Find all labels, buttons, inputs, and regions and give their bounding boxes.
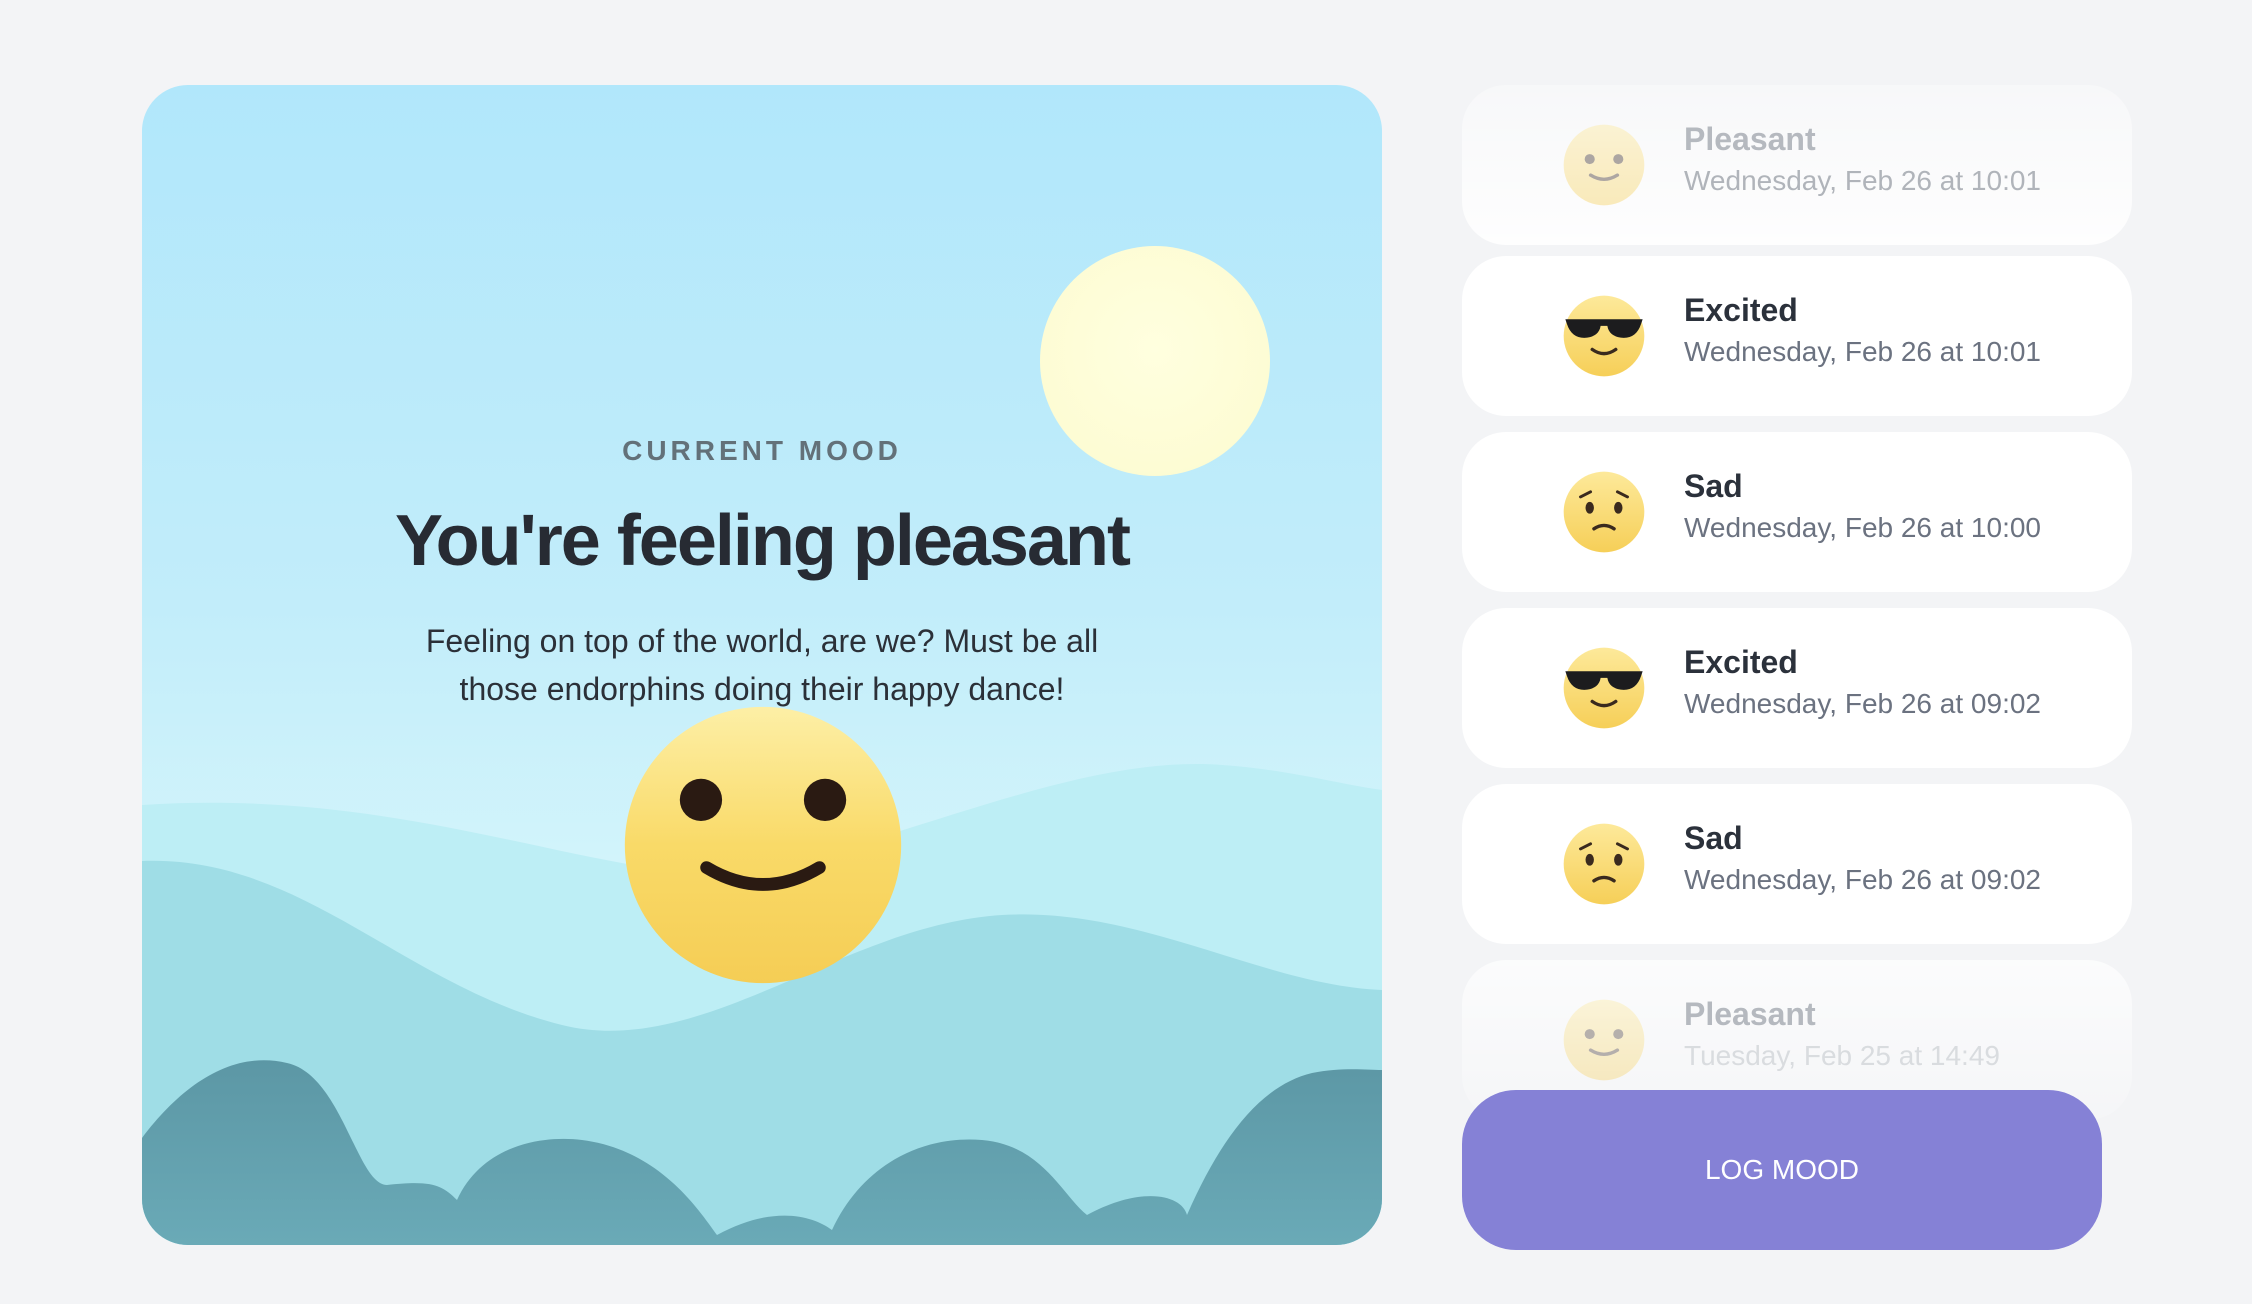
mood-entry-name: Sad: [1684, 468, 1743, 504]
pleasant-face-icon: [1563, 124, 1645, 206]
mood-entry-name: Excited: [1684, 644, 1798, 680]
sad-face-icon: [1563, 823, 1645, 905]
current-mood-card: CURRENT MOOD You're feeling pleasant Fee…: [142, 85, 1382, 1245]
mood-entry-time: Wednesday, Feb 26 at 10:01: [1684, 336, 2041, 367]
sunglasses-face-icon: [1563, 647, 1645, 729]
mood-entry-name: Sad: [1684, 820, 1743, 856]
mood-entry[interactable]: Sad Wednesday, Feb 26 at 09:02: [1462, 784, 2132, 944]
mood-entry[interactable]: Sad Wednesday, Feb 26 at 10:00: [1462, 432, 2132, 592]
mood-entry[interactable]: Excited Wednesday, Feb 26 at 09:02: [1462, 608, 2132, 768]
pleasant-face-icon: [1563, 999, 1645, 1081]
mood-entry-time: Wednesday, Feb 26 at 09:02: [1684, 864, 2041, 895]
log-mood-button[interactable]: LOG MOOD: [1462, 1090, 2102, 1250]
mood-entry-time: Wednesday, Feb 26 at 09:02: [1684, 688, 2041, 719]
mood-entry-time: Tuesday, Feb 25 at 14:49: [1684, 1040, 2000, 1071]
mood-headline: You're feeling pleasant: [395, 501, 1131, 581]
sad-face-icon: [1563, 471, 1645, 553]
sunglasses-face-icon: [1563, 295, 1645, 377]
mood-entry-name: Pleasant: [1684, 121, 1816, 157]
mood-entry[interactable]: Pleasant Wednesday, Feb 26 at 10:01: [1462, 85, 2132, 245]
mood-description: Feeling on top of the world, are we? Mus…: [425, 623, 1099, 707]
mood-history-list[interactable]: Pleasant Wednesday, Feb 26 at 10:01 Exci…: [1462, 85, 2132, 1120]
pleasant-face-icon: [624, 706, 902, 984]
current-mood-label: CURRENT MOOD: [622, 435, 902, 466]
mood-entry-name: Pleasant: [1684, 996, 1816, 1032]
mood-entry-name: Excited: [1684, 292, 1798, 328]
mood-entry[interactable]: Excited Wednesday, Feb 26 at 10:01: [1462, 256, 2132, 416]
mood-entry-time: Wednesday, Feb 26 at 10:00: [1684, 512, 2041, 543]
mood-entry-time: Wednesday, Feb 26 at 10:01: [1684, 165, 2041, 196]
